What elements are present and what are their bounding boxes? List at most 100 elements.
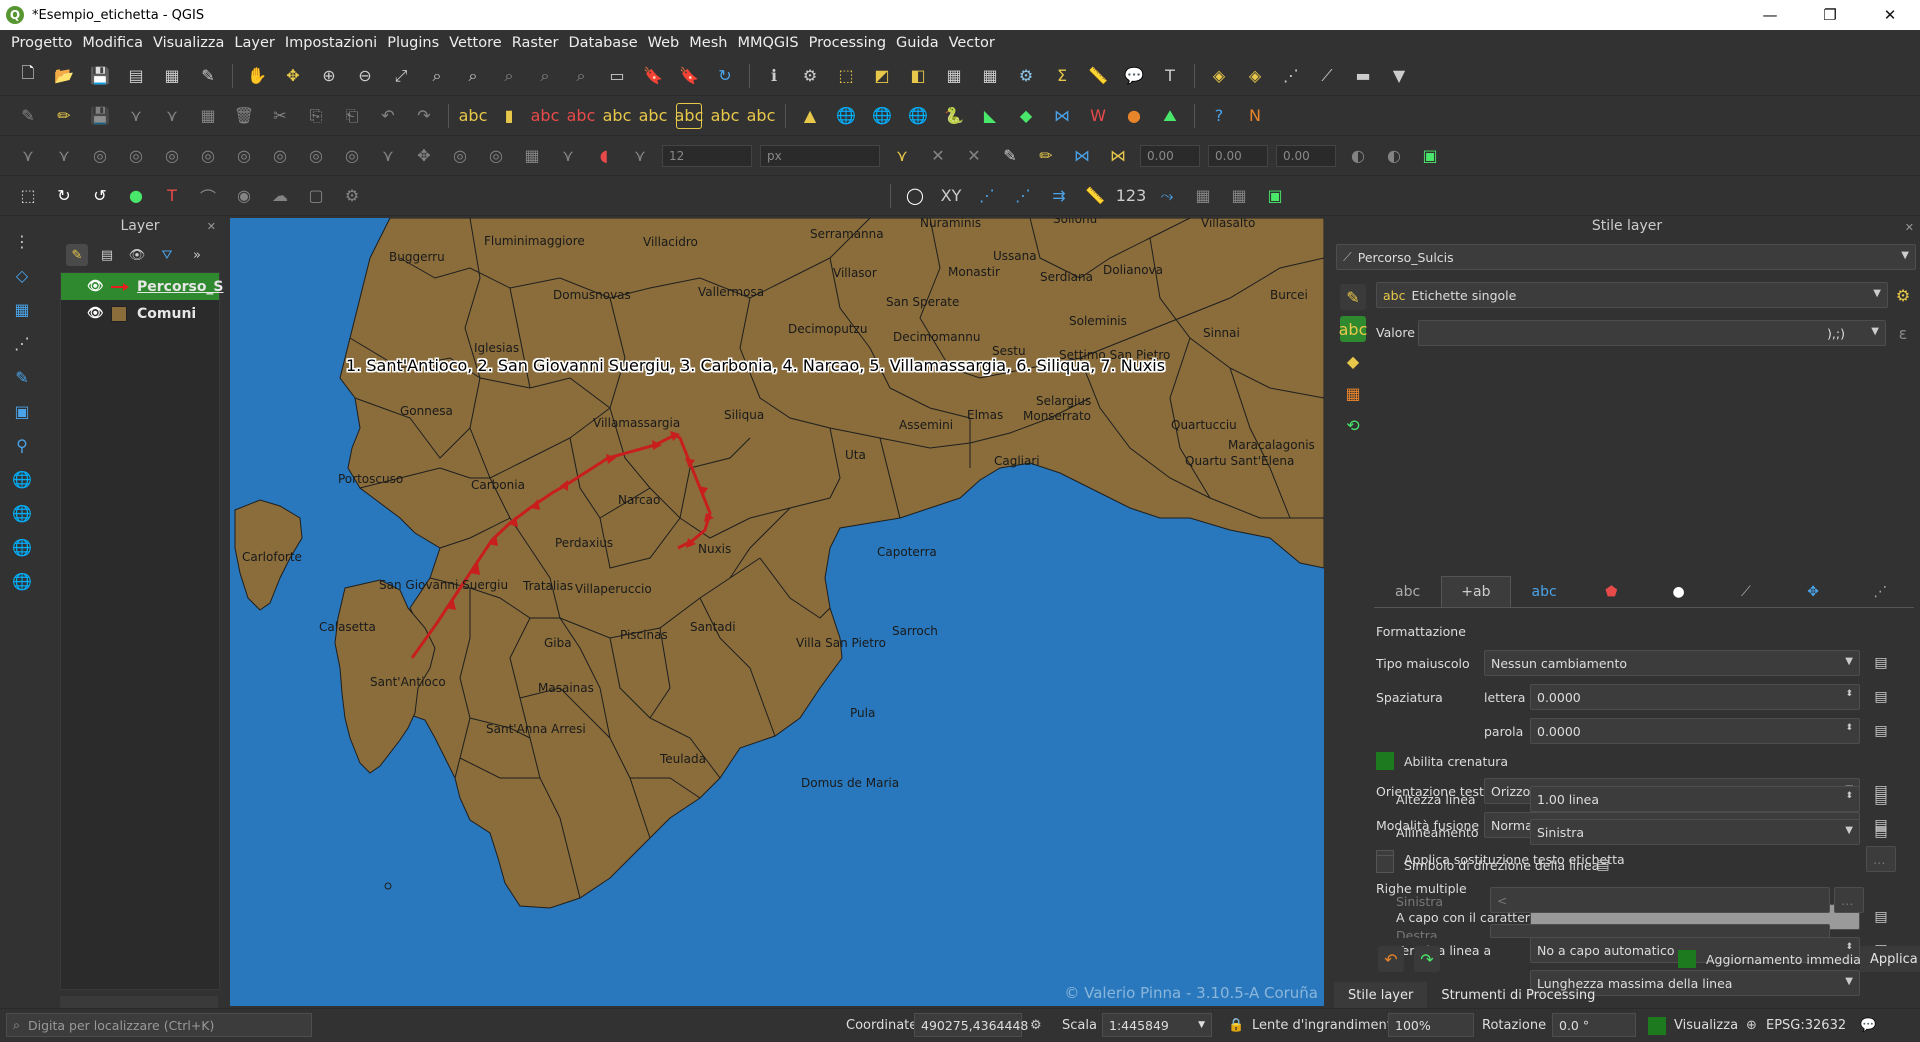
- layer-select[interactable]: ⟋ Percorso_Sulcis ▼: [1336, 244, 1916, 270]
- adv-tool-a-icon[interactable]: ⋎: [51, 143, 77, 169]
- messages-icon[interactable]: 💬: [1860, 1018, 1876, 1033]
- manage-visibility-icon[interactable]: 👁: [126, 244, 148, 266]
- rotate-tool-icon[interactable]: ◐: [1345, 143, 1371, 169]
- label-tool-a-icon[interactable]: abc: [459, 103, 488, 129]
- label-mode-select[interactable]: abc Etichette singole ▼: [1376, 282, 1888, 308]
- menu-layer[interactable]: Layer: [229, 35, 279, 51]
- render-checkbox[interactable]: [1648, 1017, 1666, 1035]
- redo-icon[interactable]: ↷: [411, 103, 437, 129]
- menu-mmqgis[interactable]: MMQGIS: [732, 35, 803, 51]
- tab-formatting-icon[interactable]: +ab: [1441, 576, 1511, 607]
- label-tool-c-icon[interactable]: abc: [531, 103, 560, 129]
- tab-strumenti-processing[interactable]: Strumenti di Processing: [1427, 982, 1609, 1008]
- new-bookmark-icon[interactable]: 🔖: [640, 63, 666, 89]
- toggle-extents-icon[interactable]: ⚙: [1030, 1018, 1042, 1033]
- target-tool-icon[interactable]: ◉: [231, 183, 257, 209]
- layer-row-comuni[interactable]: 👁 Comuni: [61, 300, 219, 327]
- apply-button[interactable]: Applica: [1860, 946, 1920, 972]
- add-vector-icon[interactable]: ◇: [9, 262, 35, 288]
- text-plugin-icon[interactable]: T: [159, 183, 185, 209]
- close-panel-icon[interactable]: ✕: [207, 220, 216, 233]
- reload-icon[interactable]: ↻: [51, 183, 77, 209]
- data-defined-override-icon[interactable]: ▤: [1870, 822, 1892, 842]
- lettera-spinbox[interactable]: 0.0000 ⬍: [1530, 684, 1860, 710]
- menu-processing[interactable]: Processing: [804, 35, 891, 51]
- menu-plugins[interactable]: Plugins: [382, 35, 444, 51]
- rotation-spinbox[interactable]: 0.0 °: [1552, 1013, 1636, 1037]
- data-defined-override-icon[interactable]: ▤: [1870, 721, 1892, 741]
- zoom-selection-icon[interactable]: ⌕: [424, 63, 450, 89]
- current-edits-icon[interactable]: ✎: [15, 103, 41, 129]
- digitize-tool-a-icon[interactable]: ✎: [997, 143, 1023, 169]
- digitize-tool-c-icon[interactable]: ⋈: [1069, 143, 1095, 169]
- menu-database[interactable]: Database: [563, 35, 642, 51]
- add-mesh-icon[interactable]: ⋰: [9, 330, 35, 356]
- snap-mode-icon[interactable]: ⋎: [627, 143, 653, 169]
- tab-background-icon[interactable]: ⬟: [1578, 576, 1645, 607]
- adv-tool-b-icon[interactable]: ◎: [87, 143, 113, 169]
- crenatura-checkbox[interactable]: [1376, 752, 1394, 770]
- paste-features-icon[interactable]: ⎗: [339, 103, 365, 129]
- cross-tool-b-icon[interactable]: ✕: [961, 143, 987, 169]
- sinistra-input[interactable]: <: [1490, 887, 1830, 913]
- snap-tolerance-input[interactable]: 12: [662, 144, 752, 167]
- plugin-b-icon[interactable]: ◈: [1242, 63, 1268, 89]
- visibility-eye-icon[interactable]: 👁: [87, 306, 104, 321]
- adv-tool-h-icon[interactable]: ◎: [303, 143, 329, 169]
- globe-plugin-a-icon[interactable]: 🌐: [833, 103, 859, 129]
- close-button[interactable]: ✕: [1860, 0, 1920, 30]
- zoom-next-icon[interactable]: ⌕: [568, 63, 594, 89]
- digitize-tool-d-icon[interactable]: ⋈: [1105, 143, 1131, 169]
- add-group-icon[interactable]: ▤: [96, 244, 118, 266]
- tab-rendering-icon[interactable]: ⋰: [1847, 576, 1914, 607]
- pan-icon[interactable]: ✋: [244, 63, 270, 89]
- toggle-editing-icon[interactable]: ✏: [51, 103, 77, 129]
- menu-impostazioni[interactable]: Impostazioni: [280, 35, 382, 51]
- undo-style-icon[interactable]: ↶: [1378, 946, 1404, 972]
- zoom-out-icon[interactable]: ⊖: [352, 63, 378, 89]
- plugin-l-icon[interactable]: ⛰: [1157, 103, 1183, 129]
- label-tool-g-icon[interactable]: abc: [675, 102, 703, 129]
- pan-to-selection-icon[interactable]: ✥: [280, 63, 306, 89]
- close-panel-icon[interactable]: ✕: [1905, 221, 1914, 234]
- cloud-tool-icon[interactable]: ☁: [267, 183, 293, 209]
- offset-curve-icon[interactable]: ⋎: [889, 143, 915, 169]
- label-tool-b-icon[interactable]: ▮: [496, 103, 522, 129]
- masks-tab-icon[interactable]: ▦: [1340, 380, 1366, 406]
- redo-style-icon[interactable]: ↷: [1414, 946, 1440, 972]
- data-defined-override-icon[interactable]: ▤: [1870, 907, 1892, 927]
- adv-tool-i-icon[interactable]: ◎: [339, 143, 365, 169]
- adv-tool-o-icon[interactable]: ⋎: [555, 143, 581, 169]
- zoom-in-icon[interactable]: ⊕: [316, 63, 342, 89]
- plugin-i-icon[interactable]: ⋈: [1049, 103, 1075, 129]
- digitize-tool-b-icon[interactable]: ✏: [1033, 143, 1059, 169]
- python-console-icon[interactable]: 🐍: [941, 103, 967, 129]
- data-defined-override-icon[interactable]: ▤: [1592, 855, 1614, 875]
- line-tool-b-icon[interactable]: ⋰: [1010, 183, 1036, 209]
- param-input-1[interactable]: 0.00: [1140, 144, 1200, 167]
- expression-icon[interactable]: ε: [1890, 320, 1916, 346]
- valore-expression[interactable]: ),;) ▼: [1418, 320, 1886, 346]
- new-map-view-icon[interactable]: ▭: [604, 63, 630, 89]
- adv-tool-g-icon[interactable]: ◎: [267, 143, 293, 169]
- xy-tool-icon[interactable]: XY: [938, 183, 964, 209]
- adv-tool-l-icon[interactable]: ◎: [447, 143, 473, 169]
- parola-spinbox[interactable]: 0.0000 ⬍: [1530, 718, 1860, 744]
- scale-tool-icon[interactable]: ◐: [1381, 143, 1407, 169]
- measure-icon[interactable]: 📏: [1085, 63, 1111, 89]
- plugin-c-icon[interactable]: ⋰: [1278, 63, 1304, 89]
- snapping-icon[interactable]: ◖: [591, 143, 617, 169]
- help-icon[interactable]: ?: [1206, 103, 1232, 129]
- add-virtual-layer-icon[interactable]: ⚲: [9, 432, 35, 458]
- tab-callouts-icon[interactable]: ⟋: [1712, 576, 1779, 607]
- snap-unit-select[interactable]: px: [760, 144, 880, 167]
- map-tool-icon[interactable]: ▣: [1262, 183, 1288, 209]
- label-tool-i-icon[interactable]: abc: [747, 103, 776, 129]
- text-annotation-icon[interactable]: T: [1157, 63, 1183, 89]
- tab-stile-layer[interactable]: Stile layer: [1334, 982, 1428, 1008]
- menu-progetto[interactable]: Progetto: [6, 35, 77, 51]
- plugin-f-icon[interactable]: ▼: [1386, 63, 1412, 89]
- add-arcgis-icon[interactable]: 🌐: [9, 568, 35, 594]
- gear-tool-icon[interactable]: ⚙: [339, 183, 365, 209]
- numbering-tool-icon[interactable]: 123: [1116, 183, 1147, 209]
